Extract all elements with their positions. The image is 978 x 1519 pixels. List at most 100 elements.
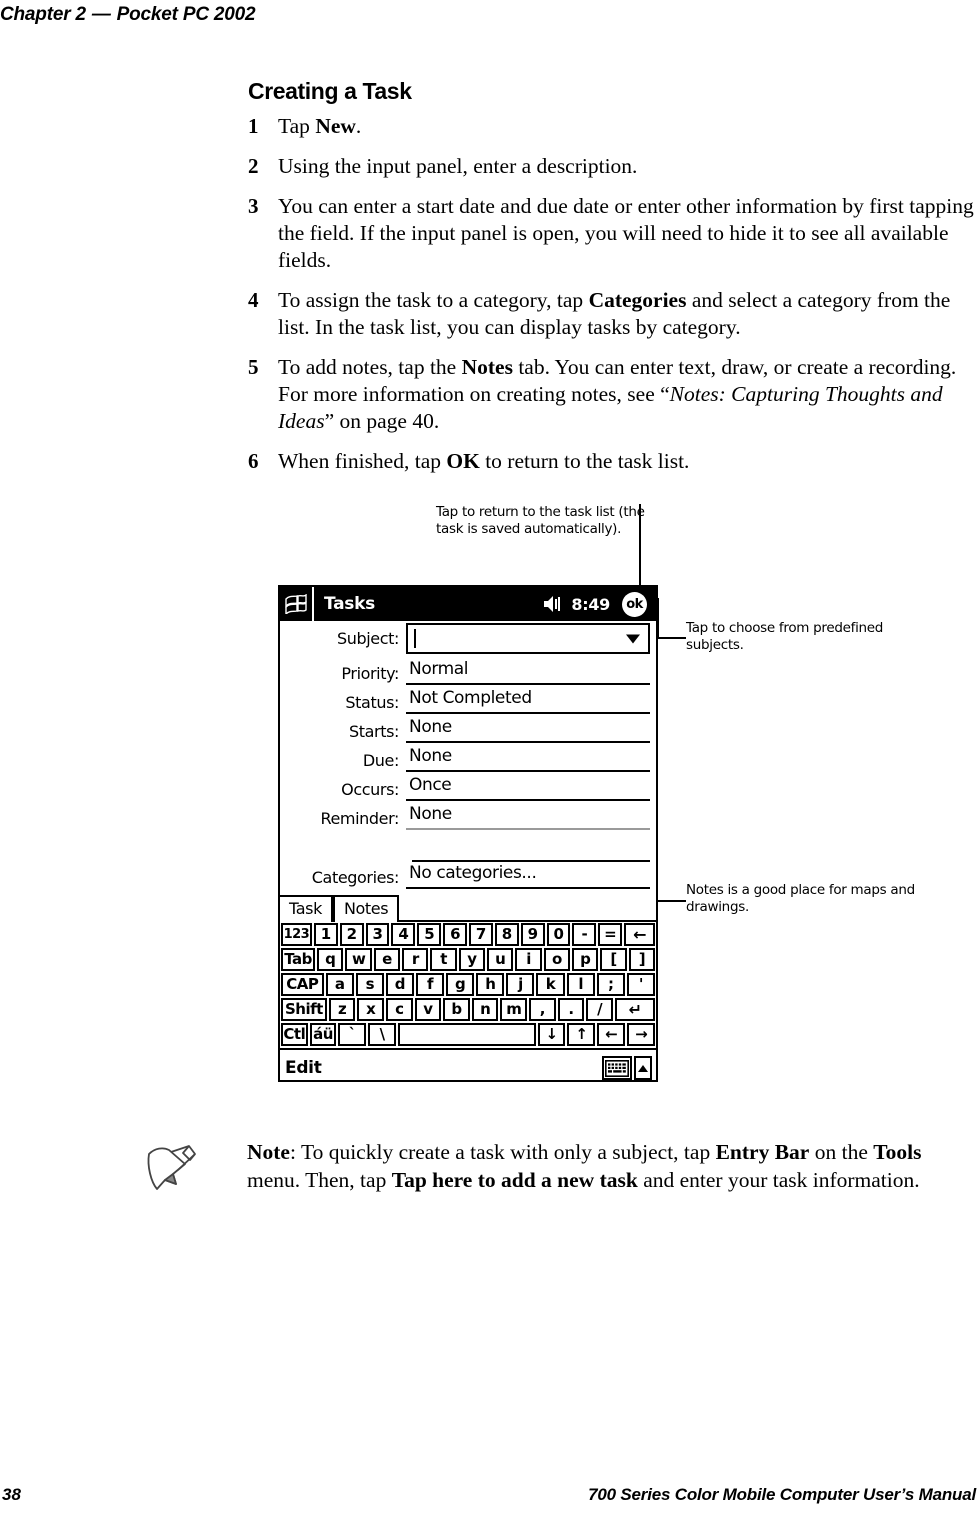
key-r[interactable]: r [402, 948, 429, 971]
key-2[interactable]: 2 [339, 923, 364, 946]
key-a[interactable]: a [325, 973, 354, 996]
key-\[interactable]: \ [368, 1023, 397, 1046]
key--[interactable]: - [572, 923, 597, 946]
figure-task-screen: Tap to return to the task list (the task… [0, 490, 978, 1110]
field-value-categories[interactable]: No categories... [406, 862, 650, 889]
key-i[interactable]: i [515, 948, 542, 971]
key-5[interactable]: 5 [417, 923, 442, 946]
key-b[interactable]: b [443, 998, 470, 1021]
form-spacer [280, 830, 656, 860]
keyboard-row: CAP a s d f g h j k l; ' [280, 973, 656, 998]
key-6[interactable]: 6 [443, 923, 467, 946]
key-←[interactable]: ← [624, 923, 655, 946]
speaker-icon[interactable] [543, 595, 565, 613]
key-v[interactable]: v [414, 998, 442, 1021]
key-1[interactable]: 1 [313, 923, 338, 946]
subject-input[interactable] [406, 623, 650, 654]
field-value-priority[interactable]: Normal [406, 658, 650, 685]
key-4[interactable]: 4 [391, 923, 416, 946]
key-q[interactable]: q [317, 948, 344, 971]
key-k[interactable]: k [536, 973, 565, 996]
key-.[interactable]: . [557, 998, 585, 1021]
key-`[interactable]: ` [338, 1023, 367, 1046]
page-number: 38 [2, 1485, 21, 1504]
key-'[interactable]: ' [626, 973, 655, 996]
step-number: 1 [248, 114, 259, 138]
field-value-status[interactable]: Not Completed [406, 687, 650, 714]
key-m[interactable]: m [500, 998, 528, 1021]
field-value-starts[interactable]: None [406, 716, 650, 743]
key-↵[interactable]: ↵ [614, 998, 656, 1021]
tab-notes[interactable]: Notes [332, 895, 400, 922]
key-7[interactable]: 7 [468, 923, 493, 946]
key-n[interactable]: n [471, 998, 499, 1021]
ok-button[interactable]: ok [622, 591, 647, 617]
key-→[interactable]: → [627, 1023, 656, 1046]
key-;[interactable]: ; [596, 973, 625, 996]
key-g[interactable]: g [446, 973, 475, 996]
key-j[interactable]: j [506, 973, 535, 996]
field-label-priority: Priority: [341, 664, 399, 683]
key-s[interactable]: s [355, 973, 384, 996]
device-title: Tasks [324, 594, 375, 614]
key-Tab[interactable]: Tab [281, 948, 316, 971]
key-,[interactable]: , [529, 998, 556, 1021]
key-w[interactable]: w [345, 948, 372, 971]
pocket-pc-screen: Tasks 8:49 ok Subject: Priority: Normal … [278, 585, 658, 1082]
key-e[interactable]: e [373, 948, 401, 971]
field-label-occurs: Occurs: [341, 780, 399, 799]
key-space[interactable] [398, 1023, 536, 1046]
key-t[interactable]: t [430, 948, 457, 971]
key-/[interactable]: / [586, 998, 613, 1021]
key-f[interactable]: f [415, 973, 445, 996]
key-d[interactable]: d [385, 973, 414, 996]
key-h[interactable]: h [476, 973, 505, 996]
key-0[interactable]: 0 [546, 923, 571, 946]
keyboard-icon[interactable] [602, 1056, 632, 1080]
field-label-reminder: Reminder: [320, 809, 399, 828]
field-value-due[interactable]: None [406, 745, 650, 772]
field-value-occurs[interactable]: Once [406, 774, 650, 801]
key-↓[interactable]: ↓ [537, 1023, 566, 1046]
key-x[interactable]: x [357, 998, 385, 1021]
key-p[interactable]: p [572, 948, 599, 971]
task-tabs: Task Notes [280, 891, 656, 922]
key-↑[interactable]: ↑ [567, 1023, 596, 1046]
key-3[interactable]: 3 [365, 923, 390, 946]
chevron-down-icon[interactable] [626, 634, 640, 643]
windows-flag-icon[interactable] [280, 587, 314, 621]
field-label-subject: Subject: [336, 628, 399, 648]
key-Ctl[interactable]: Ctl [281, 1023, 308, 1046]
key-c[interactable]: c [386, 998, 413, 1021]
key-][interactable]: ] [628, 948, 656, 971]
callout-return-to-task-list: Tap to return to the task list (the task… [436, 504, 645, 537]
step-number: 6 [248, 449, 259, 473]
step-text: To add notes, tap the Notes tab. You can… [278, 355, 957, 433]
menu-edit[interactable]: Edit [285, 1058, 322, 1078]
chevron-up-icon [638, 1064, 648, 1072]
note-callout: Note: To quickly create a task with only… [145, 1138, 945, 1205]
key-z[interactable]: z [328, 998, 356, 1021]
step-text: Using the input panel, enter a descripti… [278, 154, 638, 178]
key-l[interactable]: l [566, 973, 595, 996]
key-123[interactable]: 123 [281, 923, 312, 946]
device-titlebar: Tasks 8:49 ok [280, 587, 656, 621]
tab-task[interactable]: Task [280, 895, 333, 922]
key-u[interactable]: u [487, 948, 514, 971]
text-cursor [414, 629, 416, 648]
key-CAP[interactable]: CAP [281, 973, 324, 996]
key-←[interactable]: ← [597, 1023, 626, 1046]
key-[[interactable]: [ [600, 948, 627, 971]
key-áü[interactable]: áü [309, 1023, 337, 1046]
key-9[interactable]: 9 [520, 923, 545, 946]
key-y[interactable]: y [458, 948, 486, 971]
key-8[interactable]: 8 [494, 923, 519, 946]
field-row-reminder: Reminder: None [280, 801, 656, 830]
running-head-chapter: Chapter 2 [0, 4, 86, 25]
input-panel-toggle[interactable] [634, 1056, 652, 1080]
key-o[interactable]: o [543, 948, 571, 971]
key-Shift[interactable]: Shift [281, 998, 327, 1021]
field-row-occurs: Occurs: Once [280, 772, 656, 801]
key-=[interactable]: = [598, 923, 623, 946]
field-value-reminder[interactable]: None [406, 803, 650, 830]
